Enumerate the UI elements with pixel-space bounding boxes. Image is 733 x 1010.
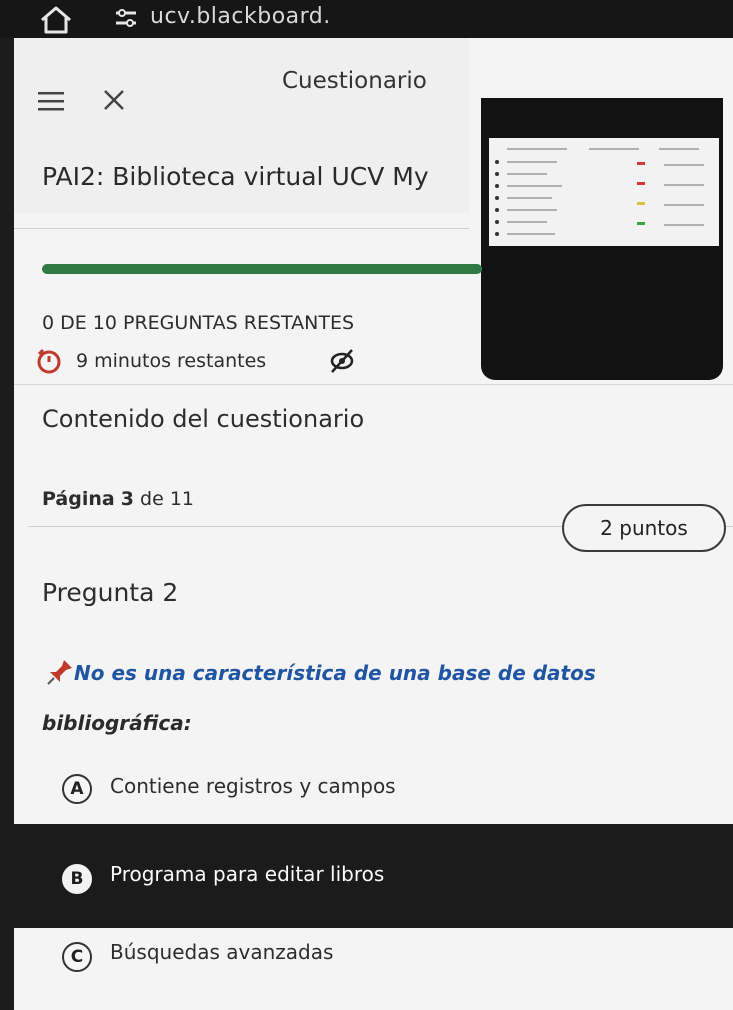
url-text[interactable]: ucv.blackboard. [150, 4, 331, 29]
option-text: Búsquedas avanzadas [110, 940, 334, 964]
browser-toolbar: ucv.blackboard. [0, 0, 733, 38]
quiz-header: Cuestionario PAI2: Biblioteca virtual UC… [14, 38, 469, 213]
option-a[interactable]: A Contiene registros y campos [14, 748, 733, 826]
question-title: Pregunta 2 [42, 578, 179, 607]
option-letter: C [62, 942, 92, 972]
close-icon[interactable] [102, 88, 126, 112]
option-c[interactable]: C Búsquedas avanzadas [14, 910, 733, 988]
progress-bar [42, 264, 482, 274]
option-text: Contiene registros y campos [110, 774, 396, 798]
header-title: Cuestionario [282, 68, 427, 94]
tune-icon[interactable] [112, 4, 140, 32]
divider [14, 228, 469, 229]
points-badge: 2 puntos [562, 504, 726, 552]
thumbnail-preview [489, 138, 719, 246]
progress-fill [42, 264, 482, 274]
question-text-line2: bibliográfica: [42, 711, 192, 735]
question-text: No es una característica de una base de … [42, 648, 682, 748]
option-letter: A [62, 774, 92, 804]
divider [14, 384, 733, 385]
option-text: Programa para editar libros [110, 862, 385, 886]
eye-off-icon[interactable] [328, 348, 356, 374]
page-of: de 11 [140, 488, 194, 510]
question-text-line1: No es una característica de una base de … [74, 661, 596, 685]
menu-icon[interactable] [38, 90, 64, 112]
dark-edge [0, 38, 14, 1010]
quiz-page: Cuestionario PAI2: Biblioteca virtual UC… [14, 38, 733, 1010]
timer-icon [37, 348, 61, 374]
timer-text: 9 minutos restantes [76, 350, 267, 372]
app-switcher-thumbnail[interactable] [481, 98, 723, 380]
page-number: 3 [120, 488, 134, 510]
questions-remaining: 0 DE 10 PREGUNTAS RESTANTES [42, 312, 355, 334]
quiz-content-heading: Contenido del cuestionario [42, 405, 365, 433]
home-icon[interactable] [38, 4, 74, 34]
quiz-title: PAI2: Biblioteca virtual UCV My [42, 162, 429, 191]
page-indicator: Página 3 de 11 [42, 488, 194, 510]
page-label: Página [42, 488, 115, 510]
option-letter: B [62, 864, 92, 894]
